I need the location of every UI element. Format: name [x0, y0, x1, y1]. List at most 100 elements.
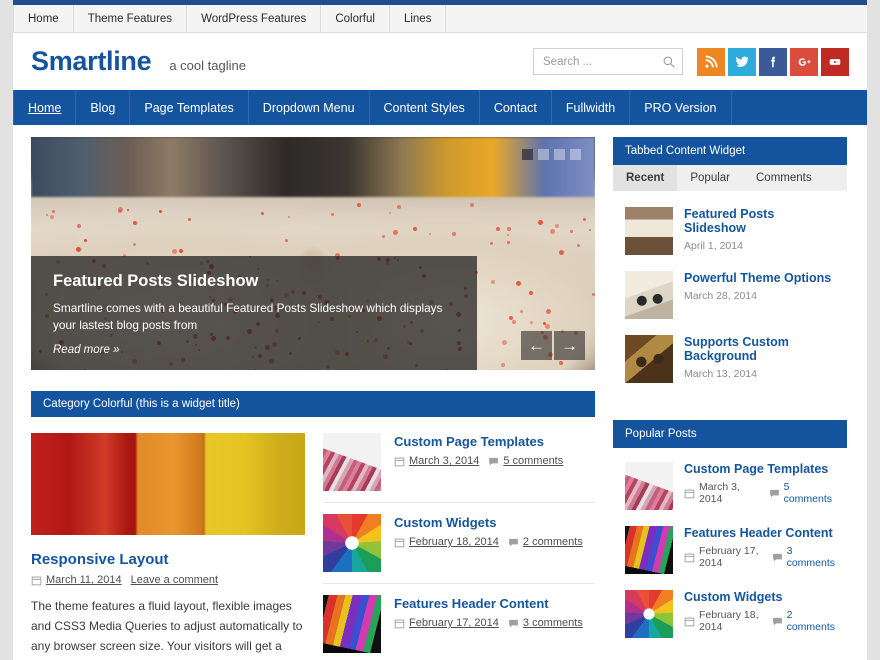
- nav-item-blog[interactable]: Blog: [76, 90, 130, 125]
- feature-post-comments-label[interactable]: Leave a comment: [131, 574, 218, 586]
- post-title[interactable]: Custom Page Templates: [684, 462, 835, 476]
- social-google-plus-button[interactable]: [790, 48, 818, 76]
- tab-popular[interactable]: Popular: [677, 165, 743, 191]
- admin-bar-item-wordpress-features[interactable]: WordPress Features: [187, 5, 321, 32]
- post-date-label: March 28, 2014: [684, 290, 831, 302]
- post-date-label[interactable]: February 18, 2014: [409, 536, 499, 548]
- site-title[interactable]: Smartline: [31, 46, 151, 77]
- slider-prev-button[interactable]: ←: [521, 331, 552, 360]
- admin-bar-item-lines[interactable]: Lines: [390, 5, 447, 32]
- main-column: Featured Posts Slideshow Smartline comes…: [13, 137, 613, 660]
- list-item: Features Header Content February 17, 201…: [625, 520, 835, 584]
- admin-bar-item-label: WordPress Features: [201, 13, 306, 25]
- admin-bar-item-theme-features[interactable]: Theme Features: [74, 5, 187, 32]
- post-comments-label[interactable]: 5 comments: [784, 481, 835, 505]
- post-thumbnail[interactable]: [625, 207, 673, 255]
- feature-post-date-label[interactable]: March 11, 2014: [46, 574, 122, 586]
- nav-item-label: Contact: [494, 101, 537, 115]
- nav-item-label: Blog: [90, 101, 115, 115]
- facebook-icon: [766, 55, 780, 69]
- search-box[interactable]: [533, 48, 683, 75]
- post-thumbnail[interactable]: [323, 514, 381, 572]
- tab-comments[interactable]: Comments: [743, 165, 825, 191]
- nav-item-dropdown-menu[interactable]: Dropdown Menu: [249, 90, 370, 125]
- list-item: Powerful Theme Options March 28, 2014: [625, 265, 835, 329]
- post-title[interactable]: Supports Custom Background: [684, 335, 835, 363]
- popular-posts-widget: Popular Posts Custom Page Templates: [613, 420, 847, 658]
- post-comments: 3 comments: [508, 617, 583, 629]
- post-comments: 5 comments: [488, 455, 563, 467]
- post-thumbnail[interactable]: [323, 433, 381, 491]
- post-title[interactable]: Features Header Content: [394, 596, 583, 611]
- social-facebook-button[interactable]: [759, 48, 787, 76]
- post-thumbnail[interactable]: [625, 335, 673, 383]
- colorful-stripes-image[interactable]: [31, 433, 305, 535]
- nav-item-fullwidth[interactable]: Fullwidth: [552, 90, 630, 125]
- post-comments-label[interactable]: 2 comments: [523, 536, 583, 548]
- post-thumbnail[interactable]: [323, 595, 381, 653]
- list-item: Featured Posts Slideshow April 1, 2014: [625, 201, 835, 265]
- admin-bar-item-label: Lines: [404, 13, 432, 25]
- post-date-label: March 3, 2014: [699, 481, 760, 505]
- slide-excerpt: Smartline comes with a beautiful Feature…: [53, 300, 453, 335]
- post-comments-label[interactable]: 2 comments: [787, 609, 835, 633]
- slider-next-button[interactable]: →: [554, 331, 585, 360]
- tab-recent[interactable]: Recent: [613, 165, 677, 191]
- nav-item-label: PRO Version: [644, 101, 716, 115]
- list-item-body: Featured Posts Slideshow April 1, 2014: [684, 207, 835, 255]
- post-title[interactable]: Custom Widgets: [684, 590, 835, 604]
- admin-bar-item-label: Colorful: [335, 13, 375, 25]
- admin-bar-item-colorful[interactable]: Colorful: [321, 5, 390, 32]
- feature-post-title[interactable]: Responsive Layout: [31, 551, 305, 568]
- post-row-body: Custom Page Templates March 3, 2014: [394, 433, 563, 491]
- social-rss-button[interactable]: [697, 48, 725, 76]
- post-comments-label[interactable]: 5 comments: [503, 455, 563, 467]
- nav-item-contact[interactable]: Contact: [480, 90, 552, 125]
- admin-bar-item-home[interactable]: Home: [13, 5, 74, 32]
- post-date-label: April 1, 2014: [684, 240, 835, 252]
- table-row: Custom Page Templates March 3, 2014: [323, 433, 595, 503]
- popular-posts-body: Custom Page Templates March 3, 2014: [613, 448, 847, 650]
- post-title[interactable]: Custom Page Templates: [394, 434, 563, 449]
- nav-item-page-templates[interactable]: Page Templates: [130, 90, 248, 125]
- post-title[interactable]: Custom Widgets: [394, 515, 583, 530]
- post-thumbnail[interactable]: [625, 526, 673, 574]
- table-row: Features Header Content February 17, 201…: [323, 584, 595, 660]
- social-twitter-button[interactable]: [728, 48, 756, 76]
- category-widget-title: Category Colorful (this is a widget titl…: [31, 391, 595, 417]
- post-title[interactable]: Features Header Content: [684, 526, 835, 540]
- post-comments: 2 comments: [772, 609, 835, 633]
- slider-dot-4[interactable]: [570, 149, 581, 160]
- youtube-icon: [828, 55, 842, 69]
- slider-dot-3[interactable]: [554, 149, 565, 160]
- social-youtube-button[interactable]: [821, 48, 849, 76]
- social-links: [697, 48, 849, 76]
- post-title[interactable]: Powerful Theme Options: [684, 271, 831, 285]
- slider-arrows: ← →: [521, 331, 585, 360]
- post-date-label: February 18, 2014: [699, 609, 763, 633]
- slider-dot-1[interactable]: [522, 149, 533, 160]
- post-thumbnail[interactable]: [625, 271, 673, 319]
- post-comments-label[interactable]: 3 comments: [787, 545, 835, 569]
- nav-item-pro-version[interactable]: PRO Version: [630, 90, 731, 125]
- slider-dot-2[interactable]: [538, 149, 549, 160]
- slide-title[interactable]: Featured Posts Slideshow: [53, 272, 459, 291]
- list-item-body: Powerful Theme Options March 28, 2014: [684, 271, 831, 319]
- search-input[interactable]: [543, 56, 662, 68]
- feature-post-date: March 11, 2014: [31, 574, 122, 586]
- post-thumbnail[interactable]: [625, 590, 673, 638]
- post-title[interactable]: Featured Posts Slideshow: [684, 207, 835, 235]
- nav-item-content-styles[interactable]: Content Styles: [370, 90, 480, 125]
- post-date-label[interactable]: March 3, 2014: [409, 455, 479, 467]
- post-comments: 3 comments: [772, 545, 835, 569]
- slide-read-more-link[interactable]: Read more »: [53, 344, 459, 356]
- post-comments-label[interactable]: 3 comments: [523, 617, 583, 629]
- post-date-label[interactable]: February 17, 2014: [409, 617, 499, 629]
- calendar-icon: [31, 575, 42, 586]
- list-item-body: Custom Widgets February 18, 2014: [684, 590, 835, 638]
- nav-item-home[interactable]: Home: [13, 90, 76, 125]
- site-wrapper: Smartline a cool tagline: [13, 33, 867, 660]
- post-thumbnail[interactable]: [625, 462, 673, 510]
- nav-item-label: Dropdown Menu: [263, 101, 355, 115]
- tab-label: Popular: [690, 172, 730, 184]
